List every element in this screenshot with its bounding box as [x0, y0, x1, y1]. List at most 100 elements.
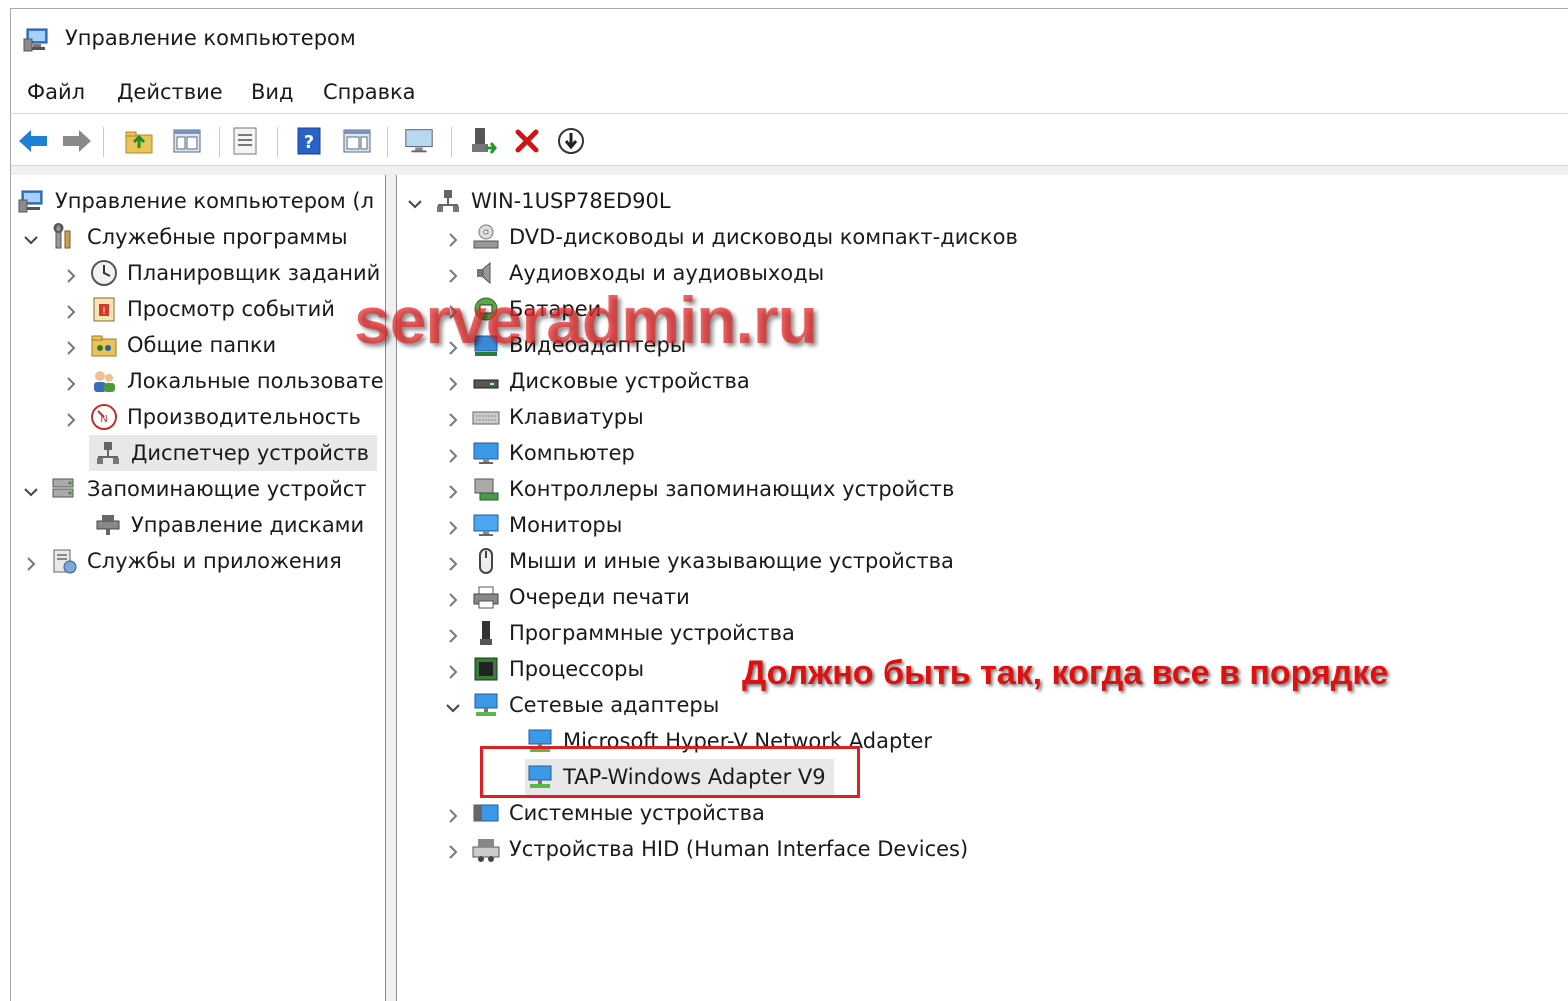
chevron-right-icon[interactable]	[445, 661, 461, 679]
device-root[interactable]: WIN-1USP78ED90L	[407, 183, 671, 219]
category-label: Программные устройства	[509, 621, 795, 645]
show-hide-action-pane-icon[interactable]	[341, 125, 373, 157]
device-category[interactable]: DVD-дисководы и дисководы компакт-дисков	[445, 219, 1018, 255]
forward-icon[interactable]	[61, 125, 93, 157]
tree-label: Управление компьютером (л	[55, 189, 375, 213]
annotation-text: Должно быть так, когда все в порядке	[742, 654, 1389, 692]
device-category[interactable]: Программные устройства	[445, 615, 795, 651]
chevron-right-icon[interactable]	[63, 301, 79, 319]
tools-icon	[49, 222, 79, 252]
computer-name: WIN-1USP78ED90L	[471, 189, 671, 213]
mouse-icon	[471, 546, 501, 576]
tree-item-task-scheduler[interactable]: Планировщик заданий	[63, 255, 380, 291]
toolbar: ?	[11, 115, 1568, 165]
category-label: Сетевые адаптеры	[509, 693, 720, 717]
chevron-right-icon[interactable]	[445, 229, 461, 247]
chevron-right-icon[interactable]	[445, 517, 461, 535]
chevron-right-icon[interactable]	[445, 553, 461, 571]
computer-icon	[471, 438, 501, 468]
device-category[interactable]: Контроллеры запоминающих устройств	[445, 471, 954, 507]
uninstall-icon[interactable]	[511, 125, 543, 157]
tree-item-performance[interactable]: N Производительность	[63, 399, 361, 435]
chevron-right-icon[interactable]	[63, 409, 79, 427]
enable-device-icon[interactable]	[467, 125, 499, 157]
chevron-down-icon[interactable]	[23, 229, 39, 245]
menu-view[interactable]: Вид	[249, 75, 296, 109]
tree-item-local-users[interactable]: Локальные пользовате	[63, 363, 384, 399]
tree-item-services-apps[interactable]: Службы и приложения	[23, 543, 342, 579]
chevron-right-icon[interactable]	[445, 265, 461, 283]
chevron-right-icon[interactable]	[445, 625, 461, 643]
device-manager-icon	[93, 438, 123, 468]
device-category[interactable]: Клавиатуры	[445, 399, 644, 435]
tree-label: Локальные пользовате	[127, 369, 384, 393]
device-category-network-adapters[interactable]: Сетевые адаптеры	[445, 687, 719, 723]
menu-help[interactable]: Справка	[321, 75, 418, 109]
tree-label: Производительность	[127, 405, 361, 429]
system-devices-icon	[471, 798, 501, 828]
category-label: Системные устройства	[509, 801, 765, 825]
title-bar: Управление компьютером	[11, 9, 1568, 71]
device-category[interactable]: Дисковые устройства	[445, 363, 750, 399]
monitor-icon[interactable]	[403, 125, 435, 157]
device-category[interactable]: Мыши и иные указывающие устройства	[445, 543, 954, 579]
tree-label: Служебные программы	[87, 225, 348, 249]
help-icon[interactable]: ?	[293, 125, 325, 157]
tree-item-device-manager[interactable]: Диспетчер устройств	[89, 435, 377, 471]
chevron-right-icon[interactable]	[445, 409, 461, 427]
category-label: Дисковые устройства	[509, 369, 750, 393]
category-label: DVD-дисководы и дисководы компакт-дисков	[509, 225, 1018, 249]
users-icon	[89, 366, 119, 396]
up-folder-icon[interactable]	[123, 125, 155, 157]
back-icon[interactable]	[17, 125, 49, 157]
tree-item-disk-management[interactable]: Управление дисками	[89, 507, 364, 543]
tree-label: Службы и приложения	[87, 549, 342, 573]
device-category[interactable]: Устройства HID (Human Interface Devices)	[445, 831, 968, 867]
device-category[interactable]: Системные устройства	[445, 795, 765, 831]
menu-action[interactable]: Действие	[115, 75, 225, 109]
update-driver-icon[interactable]	[555, 125, 587, 157]
disk-management-icon	[93, 510, 123, 540]
chevron-right-icon[interactable]	[23, 553, 39, 571]
processor-icon	[471, 654, 501, 684]
device-category[interactable]: Очереди печати	[445, 579, 690, 615]
tree-item-storage[interactable]: Запоминающие устройст	[23, 471, 367, 507]
performance-icon: N	[89, 402, 119, 432]
menu-file[interactable]: Файл	[25, 75, 87, 109]
device-category[interactable]: Компьютер	[445, 435, 635, 471]
hid-icon	[471, 834, 501, 864]
chevron-right-icon[interactable]	[445, 841, 461, 859]
tree-label: Просмотр событий	[127, 297, 335, 321]
tree-item-event-viewer[interactable]: ! Просмотр событий	[63, 291, 335, 327]
chevron-right-icon[interactable]	[445, 373, 461, 391]
monitor-icon	[471, 510, 501, 540]
computer-tree-icon	[433, 186, 463, 216]
chevron-down-icon[interactable]	[23, 481, 39, 497]
category-label: Процессоры	[509, 657, 645, 681]
chevron-right-icon[interactable]	[445, 589, 461, 607]
watermark: serveradmin.ru	[354, 283, 818, 357]
device-category[interactable]: Процессоры	[445, 651, 644, 687]
chevron-down-icon[interactable]	[407, 193, 423, 209]
chevron-down-icon[interactable]	[445, 697, 461, 713]
show-hide-tree-icon[interactable]	[171, 125, 203, 157]
chevron-right-icon[interactable]	[63, 337, 79, 355]
tree-item-root[interactable]: Управление компьютером (л	[17, 183, 374, 219]
export-list-icon[interactable]	[229, 125, 261, 157]
console-tree: Управление компьютером (л Служебные прог…	[11, 175, 385, 1001]
chevron-right-icon[interactable]	[63, 265, 79, 283]
dvd-drive-icon	[471, 222, 501, 252]
clock-icon	[89, 258, 119, 288]
tree-item-shared-folders[interactable]: Общие папки	[63, 327, 276, 363]
device-category[interactable]: Мониторы	[445, 507, 622, 543]
category-label: Компьютер	[509, 441, 635, 465]
tree-item-system-tools[interactable]: Служебные программы	[23, 219, 348, 255]
chevron-right-icon[interactable]	[445, 805, 461, 823]
highlight-box	[480, 746, 860, 798]
category-label: Мониторы	[509, 513, 623, 537]
chevron-right-icon[interactable]	[445, 481, 461, 499]
software-device-icon	[471, 618, 501, 648]
chevron-right-icon[interactable]	[63, 373, 79, 391]
chevron-right-icon[interactable]	[445, 445, 461, 463]
tree-label: Диспетчер устройств	[131, 441, 370, 465]
